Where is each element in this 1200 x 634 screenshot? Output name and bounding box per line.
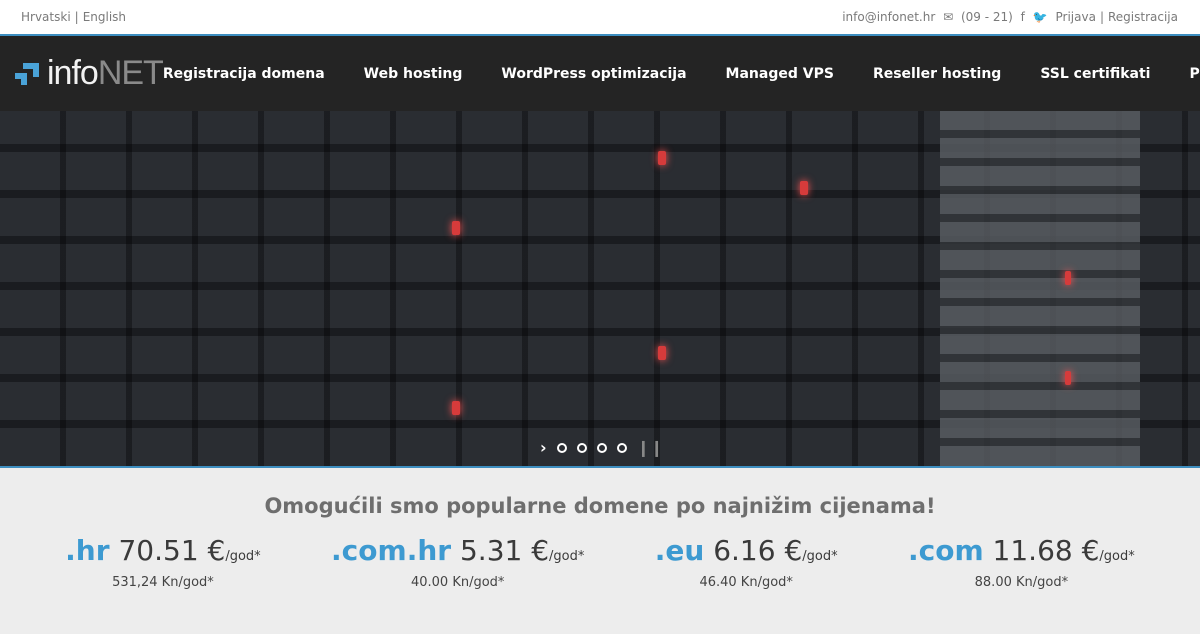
unit: /god* bbox=[1099, 549, 1135, 564]
price-kn: 40.00 Kn/god* bbox=[410, 575, 505, 590]
price-kn: 531,24 Kn/god* bbox=[112, 575, 214, 590]
separator: | bbox=[74, 10, 79, 24]
logo-info: info bbox=[47, 54, 99, 92]
nav-managed-vps[interactable]: Managed VPS bbox=[726, 66, 834, 82]
nav-registracija-domena[interactable]: Registracija domena bbox=[163, 66, 325, 82]
price-item: .com 11.68 €/god* 88.00 Kn/god* bbox=[908, 534, 1135, 590]
nav-web-hosting[interactable]: Web hosting bbox=[364, 66, 463, 82]
led bbox=[452, 401, 460, 415]
unit: /god* bbox=[549, 549, 585, 564]
price-item: .com.hr 5.31 €/god* 40.00 Kn/god* bbox=[331, 534, 584, 590]
promo-title: Omogućili smo popularne domene po najniž… bbox=[264, 494, 936, 518]
unit: /god* bbox=[225, 549, 261, 564]
slide-dot[interactable] bbox=[596, 442, 607, 453]
main-nav: infoNET Registracija domena Web hosting … bbox=[0, 36, 1200, 111]
tld: .com bbox=[907, 534, 984, 567]
top-bar: Hrvatski | English info@infonet.hr ✉ (09 -… bbox=[0, 0, 1200, 36]
logo[interactable]: infoNET bbox=[15, 54, 164, 93]
led bbox=[658, 346, 666, 360]
nav-podrska[interactable]: Podrška ⌄ bbox=[1189, 66, 1200, 82]
price: 11.68 € bbox=[992, 534, 1100, 567]
price-item: .hr 70.51 €/god* 531,24 Kn/god* bbox=[65, 534, 261, 590]
twitter-icon[interactable]: 🐦 bbox=[1033, 10, 1048, 24]
tld: .com.hr bbox=[331, 534, 452, 567]
nav-reseller-hosting[interactable]: Reseller hosting bbox=[873, 66, 1001, 82]
led bbox=[1065, 371, 1071, 385]
led bbox=[452, 221, 460, 235]
hero-slider bbox=[0, 111, 1200, 468]
led bbox=[800, 181, 808, 195]
price-item: .eu 6.16 €/god* 46.40 Kn/god* bbox=[655, 534, 838, 590]
logo-mark-icon bbox=[15, 62, 39, 85]
price: 5.31 € bbox=[459, 534, 550, 567]
tld: .eu bbox=[654, 534, 705, 567]
next-arrow-icon[interactable]: › bbox=[540, 438, 547, 457]
nav-wordpress[interactable]: WordPress optimizacija bbox=[501, 66, 686, 82]
hours: (09 - 21) bbox=[960, 10, 1013, 24]
tld: .hr bbox=[65, 534, 110, 567]
facebook-icon[interactable]: f bbox=[1021, 10, 1025, 24]
price: 70.51 € bbox=[118, 534, 226, 567]
slide-dot[interactable] bbox=[556, 442, 567, 453]
price-list: .hr 70.51 €/god* 531,24 Kn/god* .com.hr 5… bbox=[0, 534, 1200, 590]
led bbox=[658, 151, 666, 165]
server-rack-image bbox=[940, 111, 1140, 466]
slide-dot[interactable] bbox=[576, 442, 587, 453]
login-link[interactable]: Prijava bbox=[1056, 10, 1096, 24]
unit: /god* bbox=[802, 549, 838, 564]
language-switcher: Hrvatski | English bbox=[19, 10, 128, 24]
price-kn: 88.00 Kn/god* bbox=[974, 575, 1069, 590]
nav-podrska-label: Podrška bbox=[1189, 65, 1200, 82]
contact-links: info@infonet.hr ✉ (09 - 21) f 🐦 Prijava |… bbox=[840, 10, 1180, 24]
nav-menu: Registracija domena Web hosting WordPres… bbox=[163, 66, 1200, 82]
logo-net: NET bbox=[97, 54, 164, 92]
separator: | bbox=[1099, 10, 1104, 24]
register-link[interactable]: Registracija bbox=[1108, 10, 1178, 24]
lang-hrvatski[interactable]: Hrvatski bbox=[21, 10, 71, 24]
envelope-icon: ✉ bbox=[943, 10, 954, 24]
nav-ssl[interactable]: SSL certifikati bbox=[1040, 66, 1150, 82]
pause-icon[interactable]: ❙❙ bbox=[637, 438, 664, 457]
price: 6.16 € bbox=[713, 534, 803, 567]
slide-dot[interactable] bbox=[616, 442, 627, 453]
domain-promo: Omogućili smo popularne domene po najniž… bbox=[0, 468, 1200, 590]
led bbox=[1065, 271, 1071, 285]
price-kn: 46.40 Kn/god* bbox=[699, 575, 793, 590]
email-link[interactable]: info@infonet.hr bbox=[842, 10, 935, 24]
lang-english[interactable]: English bbox=[83, 10, 126, 24]
slider-controls: › ❙❙ bbox=[540, 438, 663, 457]
